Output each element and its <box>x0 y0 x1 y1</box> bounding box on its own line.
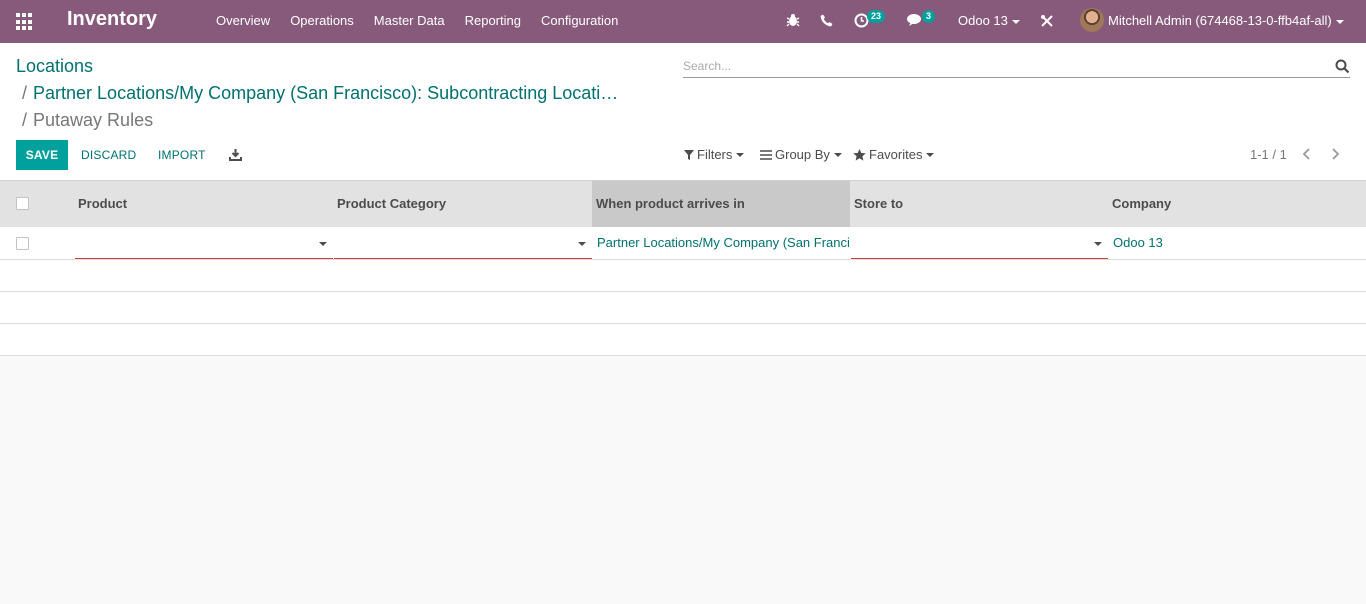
column-header-product-category[interactable]: Product Category <box>337 181 592 227</box>
phone-icon[interactable] <box>820 14 833 30</box>
message-count-badge: 3 <box>922 10 936 23</box>
pager-value[interactable]: 1-1 / 1 <box>1250 147 1287 162</box>
row-checkbox[interactable] <box>16 237 29 250</box>
main-menu: Overview Operations Master Data Reportin… <box>206 0 628 43</box>
search-input[interactable] <box>683 56 1323 76</box>
product-field[interactable] <box>75 229 333 259</box>
tools-icon[interactable] <box>1040 14 1054 31</box>
pager-next-icon[interactable] <box>1330 148 1340 163</box>
pager-previous-icon[interactable] <box>1302 148 1312 163</box>
empty-row <box>0 324 1366 356</box>
column-header-company[interactable]: Company <box>1112 181 1366 227</box>
breadcrumb-separator: / <box>22 83 28 103</box>
chevron-down-icon <box>833 152 842 157</box>
chevron-down-icon <box>1094 242 1102 246</box>
activity-count-badge: 23 <box>867 10 886 23</box>
chevron-down-icon <box>736 152 745 157</box>
chevron-down-icon <box>926 152 935 157</box>
table-header: Product Product Category When product ar… <box>0 181 1366 227</box>
list-icon <box>760 149 772 160</box>
debug-bug-icon[interactable] <box>786 13 800 30</box>
user-avatar[interactable] <box>1080 8 1104 32</box>
empty-row <box>0 292 1366 324</box>
store-to-field[interactable] <box>851 229 1108 259</box>
chevron-down-icon <box>1335 19 1344 24</box>
user-menu[interactable]: Mitchell Admin (674468-13-0-ffb4af-all) <box>1108 0 1344 43</box>
chevron-down-icon <box>319 242 327 246</box>
favorites-label: Favorites <box>869 147 923 162</box>
table-row[interactable]: Partner Locations/My Company (San Franci… <box>0 227 1366 260</box>
group-by-dropdown[interactable]: Group By <box>760 147 842 162</box>
company-name: Odoo 13 <box>958 13 1008 28</box>
top-navbar: Inventory Overview Operations Master Dat… <box>0 0 1366 43</box>
company-value[interactable]: Odoo 13 <box>1113 227 1363 260</box>
discard-button[interactable]: DISCARD <box>81 140 136 170</box>
breadcrumb-locations-link[interactable]: Locations <box>16 56 93 76</box>
star-icon <box>853 148 866 161</box>
breadcrumb-current: / Putaway Rules <box>22 110 153 131</box>
download-icon[interactable] <box>229 148 242 164</box>
breadcrumb-parent: / Partner Locations/My Company (San Franc… <box>22 83 618 104</box>
empty-row <box>0 260 1366 292</box>
product-category-field[interactable] <box>334 229 592 259</box>
arrives-in-value[interactable]: Partner Locations/My Company (San Franci… <box>597 227 849 260</box>
breadcrumb-separator: / <box>22 110 28 130</box>
column-header-store-to[interactable]: Store to <box>854 181 1108 227</box>
menu-configuration[interactable]: Configuration <box>531 0 628 43</box>
menu-master-data[interactable]: Master Data <box>364 0 455 43</box>
favorites-dropdown[interactable]: Favorites <box>853 147 935 162</box>
import-button[interactable]: IMPORT <box>158 140 206 170</box>
breadcrumb-root[interactable]: Locations <box>16 56 93 77</box>
menu-operations[interactable]: Operations <box>280 0 364 43</box>
column-header-product[interactable]: Product <box>78 181 333 227</box>
group-by-label: Group By <box>775 147 830 162</box>
breadcrumb-parent-link[interactable]: Partner Locations/My Company (San Franci… <box>33 83 618 103</box>
user-name: Mitchell Admin (674468-13-0-ffb4af-all) <box>1108 13 1332 28</box>
menu-overview[interactable]: Overview <box>206 0 280 43</box>
apps-menu-icon[interactable] <box>16 13 34 31</box>
chevron-down-icon <box>578 242 586 246</box>
putaway-rules-table: Product Product Category When product ar… <box>0 181 1366 356</box>
control-panel: Locations / Partner Locations/My Company … <box>0 43 1366 181</box>
column-header-arrives-in[interactable]: When product arrives in <box>592 181 850 227</box>
page-title: Putaway Rules <box>33 110 154 130</box>
select-all-checkbox[interactable] <box>16 197 29 210</box>
chevron-down-icon <box>1011 19 1020 24</box>
filters-dropdown[interactable]: Filters <box>684 147 745 162</box>
save-button[interactable]: SAVE <box>16 140 68 170</box>
app-title: Inventory <box>67 8 158 30</box>
search-bar <box>683 56 1350 78</box>
filter-icon <box>684 149 694 160</box>
company-switcher[interactable]: Odoo 13 <box>958 0 1020 43</box>
search-icon[interactable] <box>1335 59 1350 77</box>
filters-label: Filters <box>697 147 733 162</box>
menu-reporting[interactable]: Reporting <box>455 0 531 43</box>
